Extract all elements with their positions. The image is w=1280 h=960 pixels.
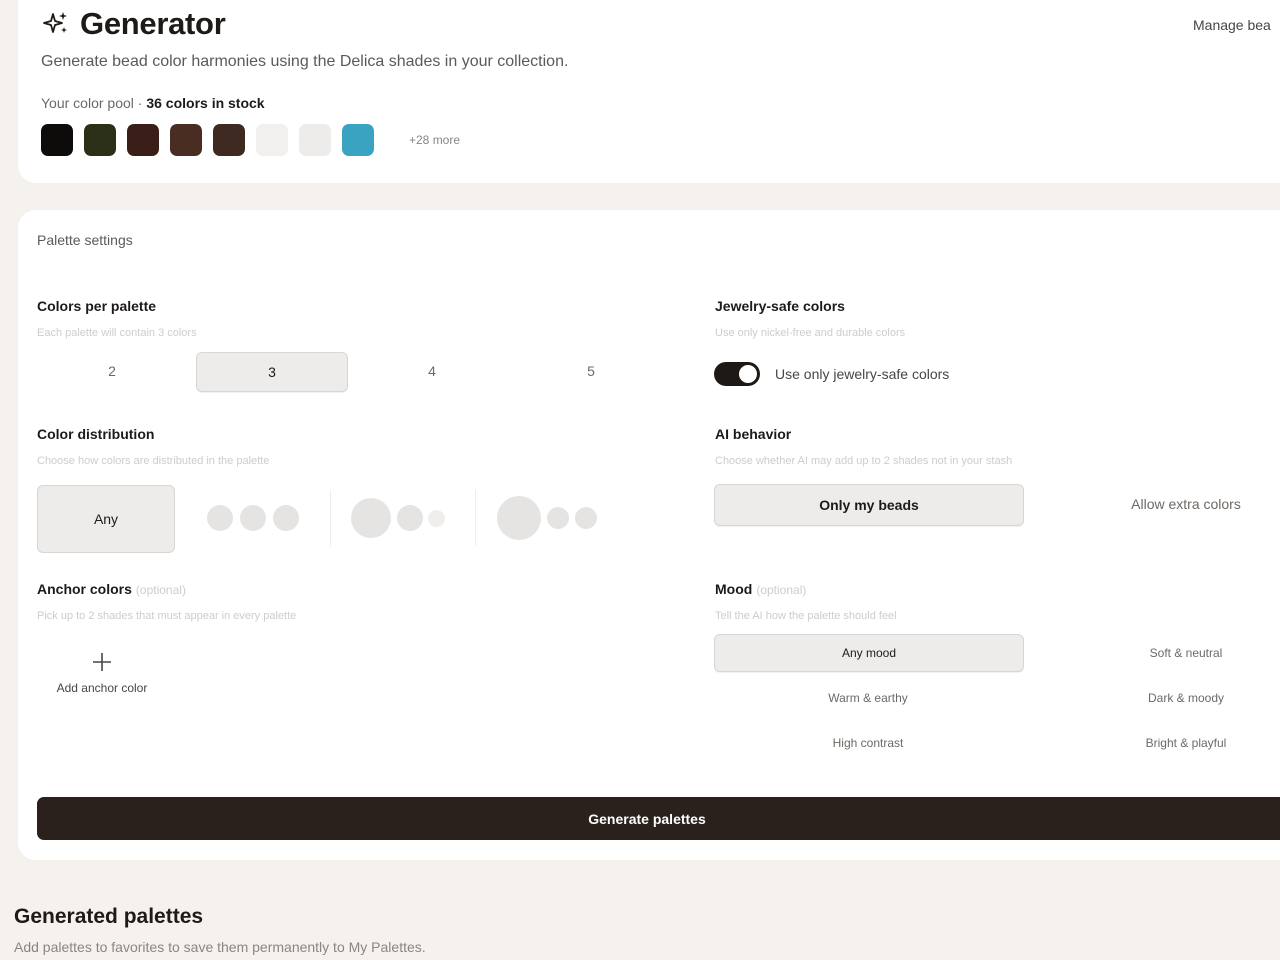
color-distribution-hint: Choose how colors are distributed in the…: [37, 455, 270, 467]
divider: [330, 490, 331, 546]
distribution-option-accent[interactable]: [480, 485, 610, 551]
jewelry-safe-label: Jewelry-safe colors: [715, 298, 845, 314]
distribution-option-dominant[interactable]: [335, 485, 465, 551]
page-subtitle: Generate bead color harmonies using the …: [41, 53, 569, 70]
plus-icon: [93, 653, 111, 671]
ai-behavior-label: AI behavior: [715, 426, 792, 442]
color-pool-swatches: +28 more: [41, 124, 460, 156]
settings-title: Palette settings: [37, 232, 133, 248]
mood-optional: (optional): [756, 583, 807, 597]
jewelry-safe-hint: Use only nickel-free and durable colors: [715, 327, 906, 339]
color-pool-summary: Your color pool · 36 colors in stock: [41, 95, 265, 111]
mood-option-soft-neutral[interactable]: Soft & neutral: [1086, 646, 1280, 660]
ai-option-allow-extra[interactable]: Allow extra colors: [1086, 496, 1280, 512]
swatch: [127, 124, 159, 156]
colors-per-palette-selector: 2 3 4 5: [37, 352, 675, 392]
generated-palettes-subtitle: Add palettes to favorites to save them p…: [14, 939, 426, 955]
anchor-colors-optional: (optional): [135, 583, 186, 597]
anchor-colors-hint: Pick up to 2 shades that must appear in …: [37, 610, 297, 622]
colors-option-4[interactable]: 4: [357, 352, 507, 390]
color-distribution-label: Color distribution: [37, 426, 155, 442]
mood-title: Mood: [715, 581, 753, 597]
colors-option-2[interactable]: 2: [37, 352, 187, 390]
ai-option-only-my-beads[interactable]: Only my beads: [714, 484, 1024, 526]
manage-beads-link[interactable]: Manage bea: [1193, 17, 1271, 33]
mood-hint: Tell the AI how the palette should feel: [715, 610, 897, 622]
mood-option-any[interactable]: Any mood: [714, 634, 1024, 672]
anchor-colors-label: Anchor colors (optional): [37, 581, 186, 597]
ai-behavior-hint: Choose whether AI may add up to 2 shades…: [715, 455, 1013, 467]
jewelry-safe-toggle-label: Use only jewelry-safe colors: [775, 366, 950, 382]
add-anchor-color-button[interactable]: Add anchor color: [40, 646, 164, 700]
mood-option-dark-moody[interactable]: Dark & moody: [1086, 691, 1280, 705]
sparkle-icon: [43, 12, 67, 33]
page-title: Generator: [80, 6, 226, 41]
toggle-knob: [739, 365, 757, 383]
swatch: [41, 124, 73, 156]
swatch: [170, 124, 202, 156]
swatch: [256, 124, 288, 156]
generated-palettes-title: Generated palettes: [14, 905, 204, 928]
divider: [475, 490, 476, 546]
swatch: [342, 124, 374, 156]
colors-option-3[interactable]: 3: [196, 352, 348, 392]
colors-per-palette-hint: Each palette will contain 3 colors: [37, 327, 197, 339]
swatch: [84, 124, 116, 156]
color-pool-count: 36 colors in stock: [146, 95, 265, 111]
mood-label: Mood (optional): [715, 581, 806, 597]
swatch: [299, 124, 331, 156]
anchor-colors-title: Anchor colors: [37, 581, 132, 597]
distribution-option-equal[interactable]: [190, 485, 318, 551]
generate-palettes-button[interactable]: Generate palettes: [37, 797, 1280, 840]
colors-per-palette-label: Colors per palette: [37, 298, 157, 314]
mood-option-warm-earthy[interactable]: Warm & earthy: [768, 691, 968, 705]
add-anchor-color-label: Add anchor color: [56, 681, 148, 695]
mood-option-high-contrast[interactable]: High contrast: [768, 736, 968, 750]
more-colors-link[interactable]: +28 more: [409, 133, 460, 147]
colors-option-5[interactable]: 5: [516, 352, 666, 390]
distribution-option-any[interactable]: Any: [37, 485, 175, 553]
color-pool-label: Your color pool ·: [41, 95, 143, 111]
swatch: [213, 124, 245, 156]
jewelry-safe-toggle[interactable]: [714, 362, 760, 386]
mood-option-bright-playful[interactable]: Bright & playful: [1086, 736, 1280, 750]
